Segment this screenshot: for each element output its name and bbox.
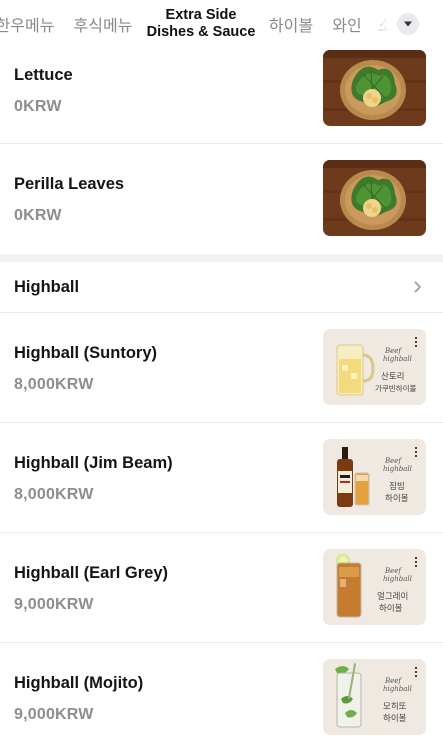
tab-label: 하이볼	[268, 16, 314, 35]
svg-text:highball: highball	[383, 355, 412, 363]
item-price: 8,000KRW	[14, 376, 94, 393]
expand-tabs-button[interactable]	[397, 13, 419, 35]
image-caption: 짐빔	[389, 481, 405, 492]
item-price: 9,000KRW	[14, 706, 94, 723]
jim-beam-highball-image: Beef highball 짐빔 하이볼	[323, 439, 426, 515]
menu-item[interactable]: Highball (Suntory) 8,000KRW Beef highbal…	[0, 313, 443, 423]
item-price: 8,000KRW	[14, 486, 94, 503]
menu-item[interactable]: Lettuce 0KRW	[0, 36, 443, 144]
item-name: Lettuce	[14, 66, 73, 84]
image-caption: 산토리	[381, 371, 404, 382]
item-name: Highball (Suntory)	[14, 344, 157, 362]
menu-item[interactable]: Perilla Leaves 0KRW	[0, 144, 443, 253]
image-caption: 하이볼	[383, 713, 407, 724]
item-name: Perilla Leaves	[14, 175, 125, 193]
svg-text:highball: highball	[383, 685, 412, 693]
section-divider	[0, 254, 443, 262]
svg-text:highball: highball	[383, 575, 412, 583]
chevron-right-icon	[414, 281, 422, 293]
earl-grey-highball-image: Beef highball 얼그레이 하이볼	[323, 549, 426, 625]
section-header-highball[interactable]: Highball	[0, 262, 443, 313]
menu-item[interactable]: Highball (Earl Grey) 9,000KRW Beef highb…	[0, 533, 443, 643]
image-caption: 얼그레이	[377, 591, 408, 602]
svg-text:Beef: Beef	[384, 677, 402, 685]
image-caption: 하이볼	[385, 493, 409, 504]
image-caption: 가쿠빈하이볼	[375, 383, 416, 393]
tab-label: 한우메뉴	[0, 16, 55, 35]
chevron-down-icon	[404, 21, 412, 27]
tab-label-line1: Extra Side	[165, 7, 237, 23]
tab-label: 소	[378, 12, 390, 36]
svg-text:Beef: Beef	[384, 567, 402, 575]
suntory-highball-image: Beef highball 산토리 가쿠빈하이볼	[323, 329, 426, 405]
menu-item[interactable]: Highball (Jim Beam) 8,000KRW Beef highba…	[0, 423, 443, 533]
svg-text:highball: highball	[383, 465, 412, 473]
perilla-leaves-plate-image	[323, 50, 426, 126]
tab-label: 후식메뉴	[73, 16, 133, 35]
item-price: 0KRW	[14, 98, 62, 115]
svg-text:Beef: Beef	[384, 347, 402, 355]
item-price: 0KRW	[14, 207, 62, 224]
item-price: 9,000KRW	[14, 596, 94, 613]
item-name: Highball (Mojito)	[14, 674, 144, 692]
menu-item[interactable]: Highball (Mojito) 9,000KRW Beef highball…	[0, 643, 443, 746]
svg-text:Beef: Beef	[384, 457, 402, 465]
perilla-leaves-plate-image	[323, 160, 426, 236]
image-caption: 하이볼	[379, 603, 403, 614]
section-title: Highball	[14, 277, 80, 296]
item-name: Highball (Jim Beam)	[14, 454, 173, 472]
mojito-highball-image: Beef highball 모히또 하이볼	[323, 659, 426, 735]
image-caption: 모히또	[383, 701, 407, 712]
tab-label: 와인	[332, 16, 362, 35]
item-name: Highball (Earl Grey)	[14, 564, 169, 582]
